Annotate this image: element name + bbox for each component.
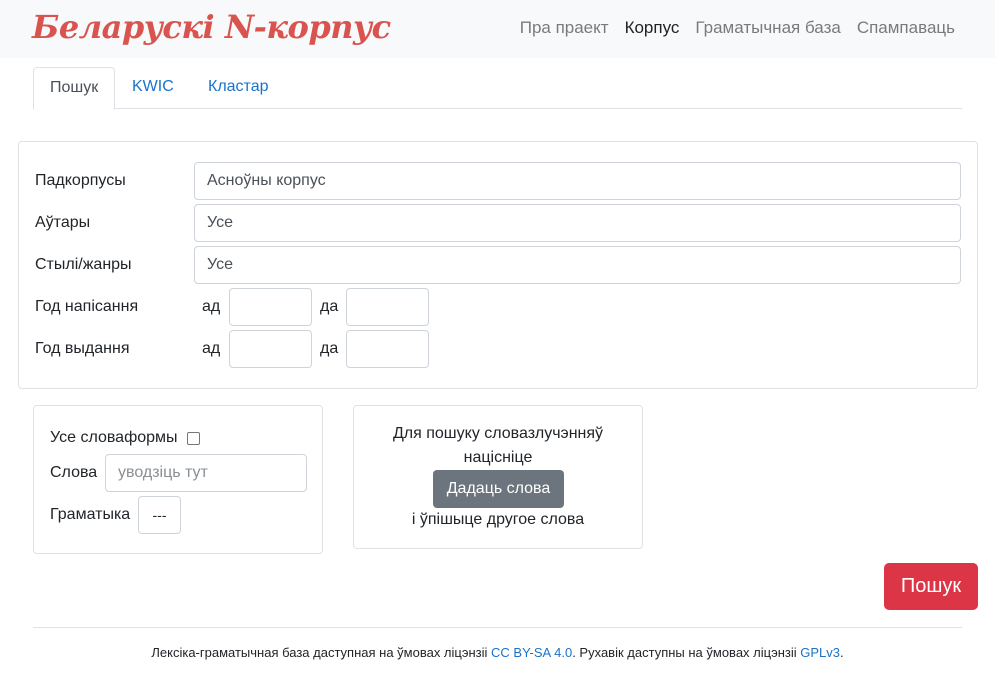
nav-about[interactable]: Пра праект [520, 18, 609, 38]
corpus-filters-panel: Падкорпусы Асноўны корпус Аўтары Усе Сты… [18, 141, 978, 389]
gpl-license-link[interactable]: GPLv3 [800, 645, 840, 660]
word-input[interactable]: уводзіць тут [105, 454, 307, 492]
subcorpus-label: Падкорпусы [35, 172, 126, 189]
site-logo[interactable]: Беларускі N-корпус [32, 8, 391, 46]
footer-divider [33, 627, 962, 628]
add-word-hint-after: і ўпішыце другое слова [411, 511, 585, 528]
word-label: Слова [50, 464, 98, 481]
grammar-select-button[interactable]: --- [138, 496, 181, 534]
published-to-label: да [320, 340, 339, 357]
main-nav: Пра праект Корпус Граматычная база Спамп… [520, 18, 955, 38]
tab-search[interactable]: Пошук [33, 67, 116, 110]
tab-kwic[interactable]: KWIC [132, 67, 174, 109]
top-navbar: Беларускі N-корпус Пра праект Корпус Гра… [0, 0, 995, 58]
written-from-label: ад [202, 298, 221, 315]
search-button[interactable]: Пошук [884, 563, 978, 610]
footer-text-3: . [840, 645, 844, 660]
published-year-from-input[interactable] [229, 330, 312, 368]
all-forms-label: Усе словаформы [50, 429, 178, 446]
written-year-label: Год напісання [35, 298, 139, 315]
styles-select[interactable]: Усе [194, 246, 961, 284]
written-to-label: да [320, 298, 339, 315]
footer-license: Лексіка-граматычная база даступная на ўм… [0, 645, 995, 660]
grammar-label: Граматыка [50, 506, 131, 523]
written-year-to-input[interactable] [346, 288, 429, 326]
authors-select[interactable]: Усе [194, 204, 961, 242]
published-year-to-input[interactable] [346, 330, 429, 368]
add-word-button[interactable]: Дадаць слова [433, 470, 564, 508]
nav-download[interactable]: Спампаваць [857, 18, 955, 38]
authors-label: Аўтары [35, 214, 91, 231]
footer-text-1: Лексіка-граматычная база даступная на ўм… [151, 645, 492, 660]
footer-text-2: . Рухавік даступны на ўмовах ліцэнзіі [572, 645, 801, 660]
all-forms-checkbox[interactable] [187, 432, 200, 445]
nav-grammar-db[interactable]: Граматычная база [695, 18, 840, 38]
add-word-hint-line1: Для пошуку словазлучэнняў [392, 425, 604, 442]
published-year-label: Год выдання [35, 340, 130, 357]
written-year-from-input[interactable] [229, 288, 312, 326]
word-query-card: Усе словаформы Слова уводзіць тут Грамат… [33, 405, 323, 554]
nav-corpus[interactable]: Корпус [625, 18, 680, 38]
styles-label: Стылі/жанры [35, 256, 132, 273]
cc-license-link[interactable]: CC BY-SA 4.0 [491, 645, 572, 660]
published-from-label: ад [202, 340, 221, 357]
add-word-hint-line2: націсніце [463, 449, 533, 466]
add-word-card: Для пошуку словазлучэнняў націсніце Дада… [353, 405, 643, 549]
search-tabs: Пошук KWIC Кластар [33, 67, 962, 110]
tab-cluster[interactable]: Кластар [208, 67, 269, 109]
subcorpus-select[interactable]: Асноўны корпус [194, 162, 961, 200]
